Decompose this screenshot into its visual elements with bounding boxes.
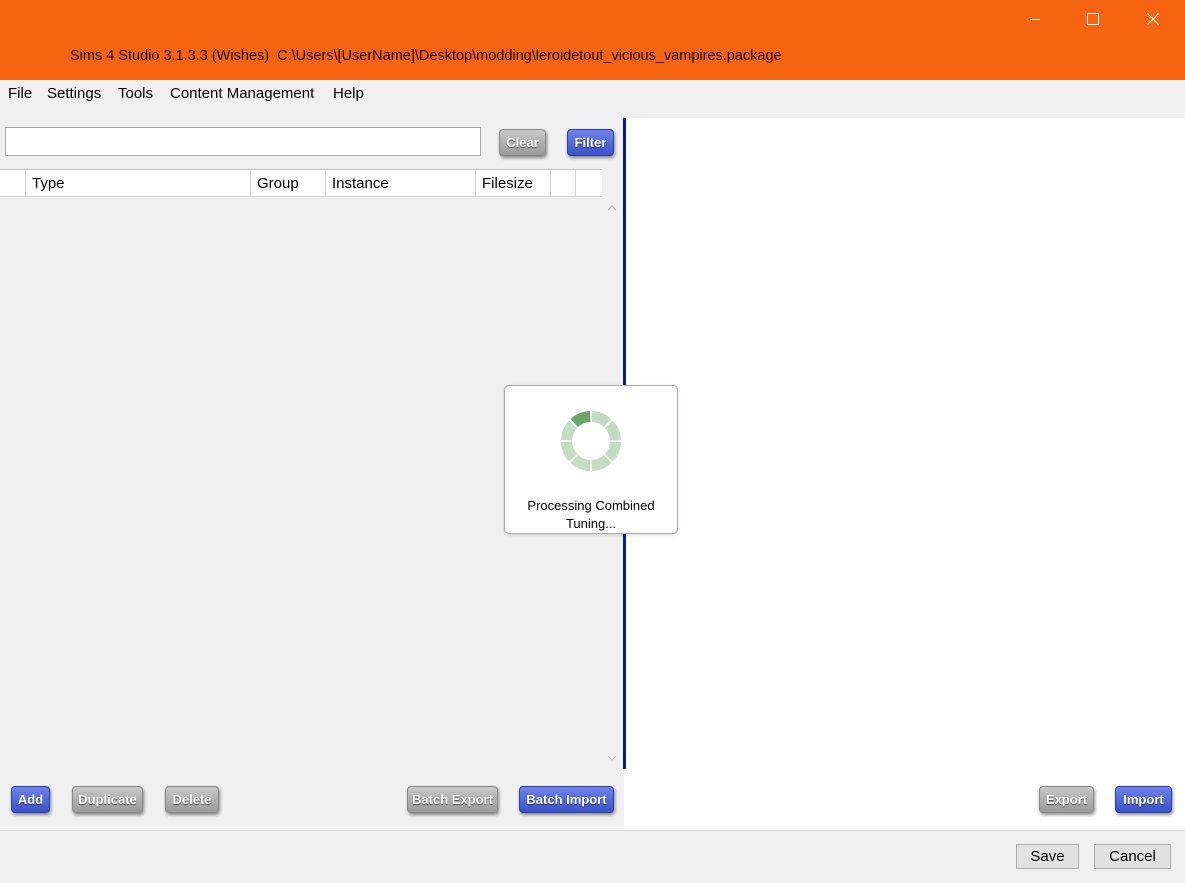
import-button[interactable]: Import [1115, 786, 1172, 813]
column-header-extra[interactable] [550, 170, 575, 196]
chevron-down-icon [607, 755, 617, 761]
menu-settings[interactable]: Settings [47, 84, 101, 104]
maximize-button[interactable] [1064, 0, 1122, 38]
duplicate-button[interactable]: Duplicate [72, 786, 143, 813]
window-title: Sims 4 Studio 3.1.3.3 (Wishes) C:\Users\… [70, 48, 782, 64]
spinner-icon [561, 411, 621, 471]
maximize-icon [1087, 13, 1099, 25]
delete-button[interactable]: Delete [165, 786, 219, 813]
filter-button[interactable]: Filter [567, 129, 614, 156]
menu-help[interactable]: Help [333, 84, 364, 104]
column-header-group[interactable]: Group [250, 170, 325, 196]
batch-export-button[interactable]: Batch Export [407, 786, 498, 813]
chevron-up-icon [607, 205, 617, 211]
column-header-select[interactable] [0, 170, 25, 196]
search-input[interactable] [5, 127, 481, 156]
export-button[interactable]: Export [1039, 786, 1094, 813]
scroll-down-arrow[interactable] [604, 750, 620, 766]
scroll-up-arrow[interactable] [604, 200, 620, 216]
close-button[interactable] [1124, 0, 1182, 38]
clear-button[interactable]: Clear [499, 129, 546, 156]
menu-content-management[interactable]: Content Management [170, 84, 314, 104]
menu-file[interactable]: File [8, 84, 32, 104]
close-icon [1147, 13, 1159, 25]
cancel-button[interactable]: Cancel [1094, 844, 1171, 869]
minimize-button[interactable] [1006, 0, 1064, 38]
column-header-type[interactable]: Type [25, 170, 250, 196]
column-header-filler [575, 170, 602, 196]
add-button[interactable]: Add [11, 786, 50, 813]
save-button[interactable]: Save [1016, 844, 1079, 869]
progress-message: Processing Combined Tuning... [527, 498, 655, 531]
batch-import-button[interactable]: Batch Import [519, 786, 614, 813]
column-header-instance[interactable]: Instance [325, 170, 475, 196]
progress-dialog: Processing Combined Tuning... [504, 385, 678, 534]
footer-bar [0, 830, 1185, 883]
minimize-icon [1030, 19, 1040, 20]
column-header-filesize[interactable]: Filesize [475, 170, 550, 196]
menu-tools[interactable]: Tools [118, 84, 153, 104]
grid-header: Type Group Instance Filesize [0, 169, 602, 197]
